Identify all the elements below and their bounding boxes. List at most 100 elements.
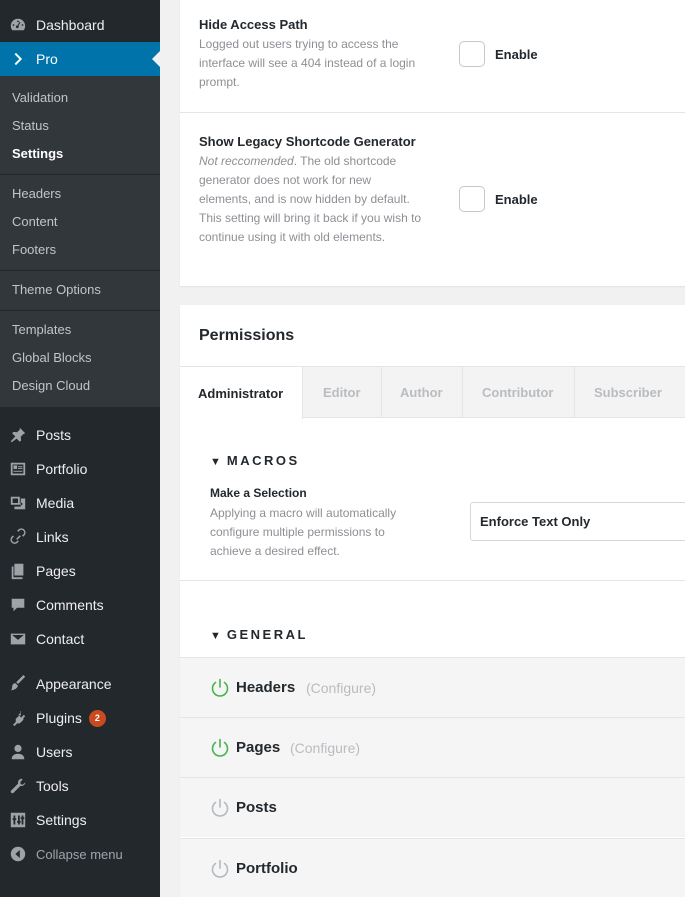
general-heading-text: GENERAL — [226, 627, 308, 642]
menu-portfolio-label: Portfolio — [36, 461, 88, 477]
permission-row-pages[interactable]: Pages (Configure) — [180, 717, 685, 777]
power-on-icon[interactable] — [209, 737, 231, 759]
permission-row-portfolio[interactable]: Portfolio — [180, 838, 685, 897]
menu-media-label: Media — [36, 495, 75, 511]
macro-select[interactable]: Enforce Text Only — [470, 502, 685, 541]
tab-administrator[interactable]: Administrator — [180, 367, 303, 419]
settings-sliders-icon — [0, 811, 36, 829]
collapse-arrow-icon — [0, 845, 36, 863]
legacy-shortcode-title: Show Legacy Shortcode Generator — [199, 134, 416, 149]
submenu-headers[interactable]: Headers — [12, 185, 61, 203]
permission-name: Pages — [236, 739, 281, 756]
tab-author[interactable]: Author — [400, 367, 443, 418]
portfolio-icon — [0, 460, 36, 478]
submenu-global-blocks[interactable]: Global Blocks — [12, 349, 91, 367]
role-tabs: Administrator Editor Author Contributor … — [180, 366, 685, 419]
permissions-card: Permissions Administrator Editor Author … — [180, 305, 685, 897]
current-menu-pointer — [152, 51, 160, 67]
make-selection-desc: Applying a macro will automatically conf… — [210, 506, 397, 558]
menu-settings-label: Settings — [36, 812, 87, 828]
power-off-icon[interactable] — [209, 858, 231, 880]
tab-subscriber[interactable]: Subscriber — [594, 367, 662, 418]
main-content: Hide Access Path Logged out users trying… — [160, 0, 685, 897]
submenu-design-cloud[interactable]: Design Cloud — [12, 377, 90, 395]
tab-divider — [574, 367, 575, 418]
hide-access-path-checkbox[interactable] — [459, 41, 485, 67]
hide-access-path-desc: Logged out users trying to access the in… — [199, 37, 416, 89]
menu-posts[interactable]: Posts — [0, 418, 160, 452]
paintbrush-icon — [0, 675, 36, 693]
chevron-right-icon — [0, 50, 36, 68]
menu-users-label: Users — [36, 744, 73, 760]
macros-heading[interactable]: ▼ MACROS — [210, 453, 300, 468]
tab-contributor[interactable]: Contributor — [482, 367, 553, 418]
legacy-shortcode-checkbox[interactable] — [459, 186, 485, 212]
power-off-icon[interactable] — [209, 797, 231, 819]
tab-divider — [381, 367, 382, 418]
menu-appearance[interactable]: Appearance — [0, 667, 160, 701]
menu-appearance-label: Appearance — [36, 676, 112, 692]
permission-name: Portfolio — [236, 860, 298, 877]
legacy-shortcode-enable-label[interactable]: Enable — [495, 192, 538, 207]
pro-submenu: Validation Status Settings Headers Conte… — [0, 76, 160, 407]
submenu-templates[interactable]: Templates — [12, 321, 71, 339]
admin-sidebar: Dashboard Pro Validation Status Settings… — [0, 0, 160, 897]
link-icon — [0, 528, 36, 546]
submenu-validation[interactable]: Validation — [12, 89, 68, 107]
row-divider — [180, 112, 685, 113]
configure-link[interactable]: (Configure) — [290, 740, 360, 756]
hide-access-path-enable-label[interactable]: Enable — [495, 47, 538, 62]
settings-card: Hide Access Path Logged out users trying… — [180, 0, 685, 286]
disclosure-triangle-icon: ▼ — [210, 456, 221, 468]
permissions-title: Permissions — [199, 327, 295, 344]
submenu-settings[interactable]: Settings — [12, 145, 63, 163]
submenu-status[interactable]: Status — [12, 117, 49, 135]
menu-links-label: Links — [36, 529, 69, 545]
permission-row-posts[interactable]: Posts — [180, 777, 685, 837]
power-on-icon[interactable] — [209, 677, 231, 699]
menu-pages[interactable]: Pages — [0, 554, 160, 588]
menu-pro[interactable]: Pro — [0, 42, 160, 76]
menu-plugins[interactable]: Plugins 2 — [0, 701, 160, 735]
menu-links[interactable]: Links — [0, 520, 160, 554]
dashboard-icon — [0, 16, 36, 34]
menu-plugins-label: Plugins — [36, 710, 82, 726]
submenu-footers[interactable]: Footers — [12, 241, 56, 259]
menu-users[interactable]: Users — [0, 735, 160, 769]
section-divider — [180, 580, 685, 581]
submenu-divider — [0, 310, 160, 311]
plugins-update-badge: 2 — [88, 709, 106, 727]
user-icon — [0, 743, 36, 761]
submenu-divider — [0, 270, 160, 271]
menu-settings[interactable]: Settings — [0, 803, 160, 837]
tab-divider — [462, 367, 463, 418]
plugin-icon — [0, 709, 36, 727]
menu-contact[interactable]: Contact — [0, 622, 160, 656]
permission-row-headers[interactable]: Headers (Configure) — [180, 657, 685, 717]
menu-pages-label: Pages — [36, 563, 76, 579]
configure-link[interactable]: (Configure) — [306, 680, 376, 696]
menu-media[interactable]: Media — [0, 486, 160, 520]
menu-posts-label: Posts — [36, 427, 72, 443]
menu-dashboard[interactable]: Dashboard — [0, 8, 160, 42]
general-heading[interactable]: ▼ GENERAL — [210, 627, 308, 642]
permission-name: Posts — [236, 799, 277, 816]
disclosure-triangle-icon: ▼ — [210, 630, 221, 642]
submenu-theme-options[interactable]: Theme Options — [12, 281, 101, 299]
pages-icon — [0, 562, 36, 580]
menu-portfolio[interactable]: Portfolio — [0, 452, 160, 486]
pushpin-icon — [0, 426, 36, 444]
menu-tools[interactable]: Tools — [0, 769, 160, 803]
submenu-divider — [0, 174, 160, 175]
envelope-icon — [0, 630, 36, 648]
menu-comments[interactable]: Comments — [0, 588, 160, 622]
make-selection-title: Make a Selection — [210, 486, 307, 500]
menu-contact-label: Contact — [36, 631, 85, 647]
collapse-menu-button[interactable]: Collapse menu — [0, 837, 160, 871]
macros-heading-text: MACROS — [226, 453, 300, 468]
hide-access-path-title: Hide Access Path — [199, 17, 308, 32]
submenu-content[interactable]: Content — [12, 213, 58, 231]
tab-editor[interactable]: Editor — [323, 367, 361, 418]
menu-pro-label: Pro — [36, 51, 58, 67]
media-icon — [0, 494, 36, 512]
